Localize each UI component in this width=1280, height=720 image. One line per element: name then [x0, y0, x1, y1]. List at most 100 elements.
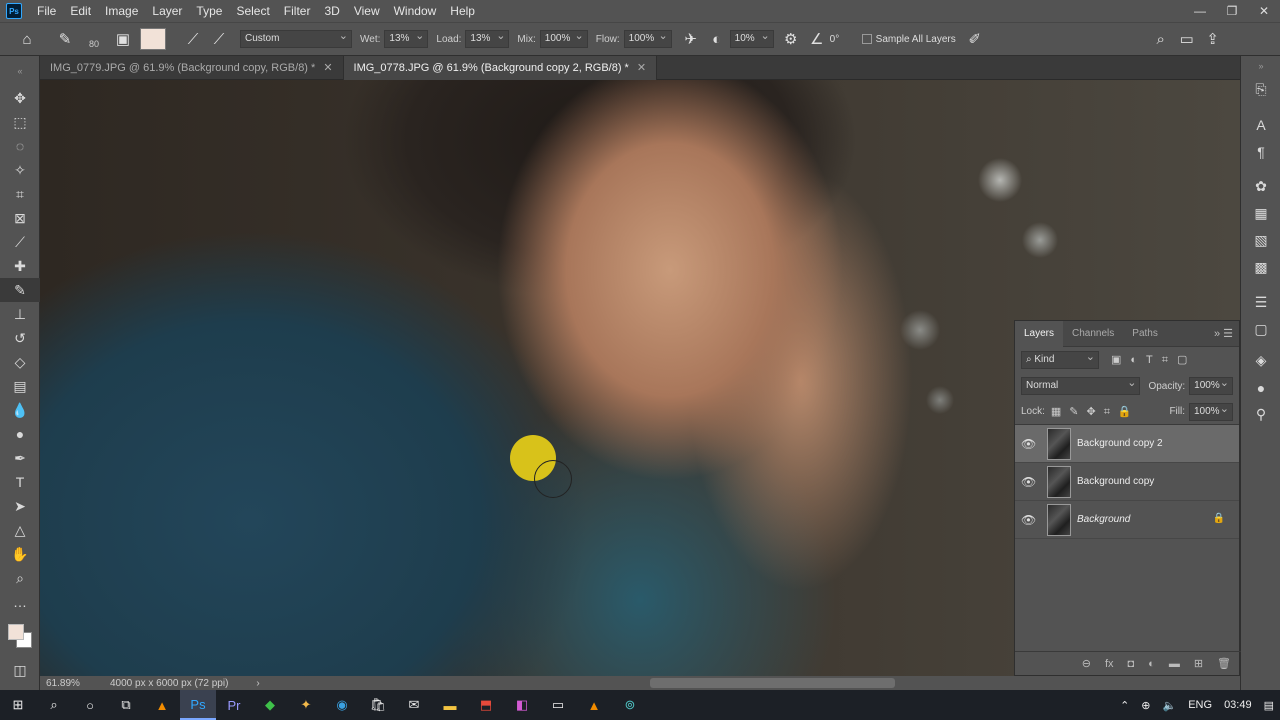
paragraph-panel-icon[interactable]: ¶	[1241, 138, 1280, 165]
vlc-icon[interactable]: ▲	[576, 690, 612, 720]
mail-icon[interactable]: ✉	[396, 690, 432, 720]
wet-field[interactable]: 13%	[384, 28, 429, 48]
move-tool-icon[interactable]: ✥	[0, 86, 40, 110]
shape-tool-icon[interactable]: △	[0, 518, 40, 542]
panel-menu-icon[interactable]: » ☰	[1214, 327, 1239, 340]
path-select-icon[interactable]: ➤	[0, 494, 40, 518]
premiere-icon[interactable]: Pr	[216, 690, 252, 720]
add-mask-icon[interactable]: ◘	[1128, 658, 1135, 670]
menu-filter[interactable]: Filter	[277, 0, 318, 22]
brush-settings-icon[interactable]: ▣	[110, 26, 136, 52]
eyedropper-icon[interactable]: ⟋	[0, 230, 40, 254]
smoothing-field[interactable]: 10%	[729, 28, 774, 48]
channels-panel-icon[interactable]: ●	[1241, 374, 1280, 401]
language-indicator[interactable]: ENG	[1182, 699, 1218, 711]
close-tab-icon[interactable]: ✕	[637, 62, 646, 74]
clean-brush-icon[interactable]: ⟋	[206, 26, 232, 52]
workspace-icon[interactable]: ▭	[1174, 26, 1200, 52]
windows-start-icon[interactable]: ⊞	[0, 690, 36, 720]
frame-tool-icon[interactable]: ⊠	[0, 206, 40, 230]
menu-select[interactable]: Select	[229, 0, 276, 22]
eye-icon[interactable]: 👁	[1021, 437, 1037, 451]
brushes-panel-icon[interactable]: ✿	[1241, 173, 1280, 200]
app-icon[interactable]: ◧	[504, 690, 540, 720]
dodge-tool-icon[interactable]: ●	[0, 422, 40, 446]
edge-icon[interactable]: ◉	[324, 690, 360, 720]
paths-panel-icon[interactable]: ⚲	[1241, 401, 1280, 428]
volume-icon[interactable]: 🔈	[1157, 699, 1183, 712]
layer-name[interactable]: Background copy 2	[1077, 438, 1163, 449]
flow-field[interactable]: 100%	[623, 28, 672, 48]
minimize-icon[interactable]: —	[1184, 0, 1216, 22]
eraser-icon[interactable]: ◇	[0, 350, 40, 374]
search-icon[interactable]: ⌕	[36, 690, 72, 720]
network-icon[interactable]: ⊕	[1135, 699, 1156, 712]
mix-field[interactable]: 100%	[539, 28, 588, 48]
tab-layers[interactable]: Layers	[1015, 320, 1064, 347]
layer-row[interactable]: 👁 Background 🔒	[1015, 501, 1239, 539]
app-icon[interactable]: ⊚	[612, 690, 648, 720]
home-icon[interactable]: ⌂	[14, 26, 40, 52]
layers-panel-icon[interactable]: ◈	[1241, 347, 1280, 374]
search-icon[interactable]: ⌕	[1148, 26, 1174, 52]
zoom-tool-icon[interactable]: ⌕	[0, 566, 40, 590]
menu-type[interactable]: Type	[189, 0, 229, 22]
menu-file[interactable]: File	[30, 0, 63, 22]
load-brush-icon[interactable]: ⟋	[180, 26, 206, 52]
character-panel-icon[interactable]: A	[1241, 111, 1280, 138]
healing-brush-icon[interactable]: ✚	[0, 254, 40, 278]
sample-all-checkbox[interactable]	[861, 34, 872, 44]
horizontal-scrollbar[interactable]	[650, 678, 895, 688]
store-icon[interactable]: 🛍	[360, 690, 396, 720]
menu-image[interactable]: Image	[98, 0, 145, 22]
current-load-swatch[interactable]	[140, 28, 166, 50]
tab-paths[interactable]: Paths	[1123, 321, 1167, 347]
fill-field[interactable]: 100%	[1189, 401, 1233, 421]
filter-icons[interactable]: ▣◐T⌗▢	[1111, 353, 1196, 367]
angle-field[interactable]: 0°	[830, 34, 858, 45]
hand-tool-icon[interactable]: ✋	[0, 542, 40, 566]
menu-view[interactable]: View	[347, 0, 387, 22]
link-layers-icon[interactable]: ⊖	[1082, 657, 1091, 670]
history-panel-icon[interactable]: ⎘	[1241, 76, 1280, 103]
tab-channels[interactable]: Channels	[1063, 321, 1123, 347]
eye-icon[interactable]: 👁	[1021, 475, 1037, 489]
photoshop-taskbar-icon[interactable]: Ps	[180, 690, 216, 720]
menu-window[interactable]: Window	[387, 0, 444, 22]
share-icon[interactable]: ⇪	[1200, 26, 1226, 52]
cortana-icon[interactable]: ○	[72, 690, 108, 720]
tray-chevron-icon[interactable]: ⌃	[1114, 699, 1135, 712]
smoothing-icon[interactable]: ◐	[704, 26, 730, 52]
foreground-color[interactable]	[8, 624, 24, 640]
app-icon[interactable]: ⬒	[468, 690, 504, 720]
layer-name[interactable]: Background	[1077, 514, 1130, 525]
pressure-icon[interactable]: ✐	[962, 26, 988, 52]
green-app-icon[interactable]: ◆	[252, 690, 288, 720]
brush-tool-icon[interactable]: ✎	[0, 278, 40, 302]
close-icon[interactable]: ✕	[1248, 0, 1280, 22]
marquee-tool-icon[interactable]: ⬚	[0, 110, 40, 134]
task-view-icon[interactable]: ⧉	[108, 690, 144, 720]
app-icon[interactable]: ✦	[288, 690, 324, 720]
adjustments-panel-icon[interactable]: ☰	[1241, 289, 1280, 316]
blend-mode-dropdown[interactable]: Normal	[1021, 375, 1141, 395]
history-brush-icon[interactable]: ↺	[0, 326, 40, 350]
new-group-icon[interactable]: ▬	[1169, 658, 1180, 670]
pen-tool-icon[interactable]: ✒	[0, 446, 40, 470]
airbrush-icon[interactable]: ✈	[678, 26, 704, 52]
zoom-level[interactable]: 61.89%	[40, 678, 110, 689]
notifications-icon[interactable]: ▤	[1258, 699, 1280, 712]
layer-name[interactable]: Background copy	[1077, 476, 1154, 487]
menu-layer[interactable]: Layer	[145, 0, 189, 22]
clock[interactable]: 03:49	[1218, 699, 1258, 711]
type-tool-icon[interactable]: T	[0, 470, 40, 494]
tab-img-0778[interactable]: IMG_0778.JPG @ 61.9% (Background copy 2,…	[343, 55, 658, 80]
status-arrow-icon[interactable]: ›	[256, 678, 259, 689]
gradient-tool-icon[interactable]: ▤	[0, 374, 40, 398]
crop-tool-icon[interactable]: ⌗	[0, 182, 40, 206]
terminal-icon[interactable]: ▭	[540, 690, 576, 720]
menu-3d[interactable]: 3D	[317, 0, 346, 22]
gradients-panel-icon[interactable]: ▧	[1241, 227, 1280, 254]
fx-icon[interactable]: fx	[1105, 658, 1114, 670]
lasso-tool-icon[interactable]: ◌	[0, 134, 40, 158]
